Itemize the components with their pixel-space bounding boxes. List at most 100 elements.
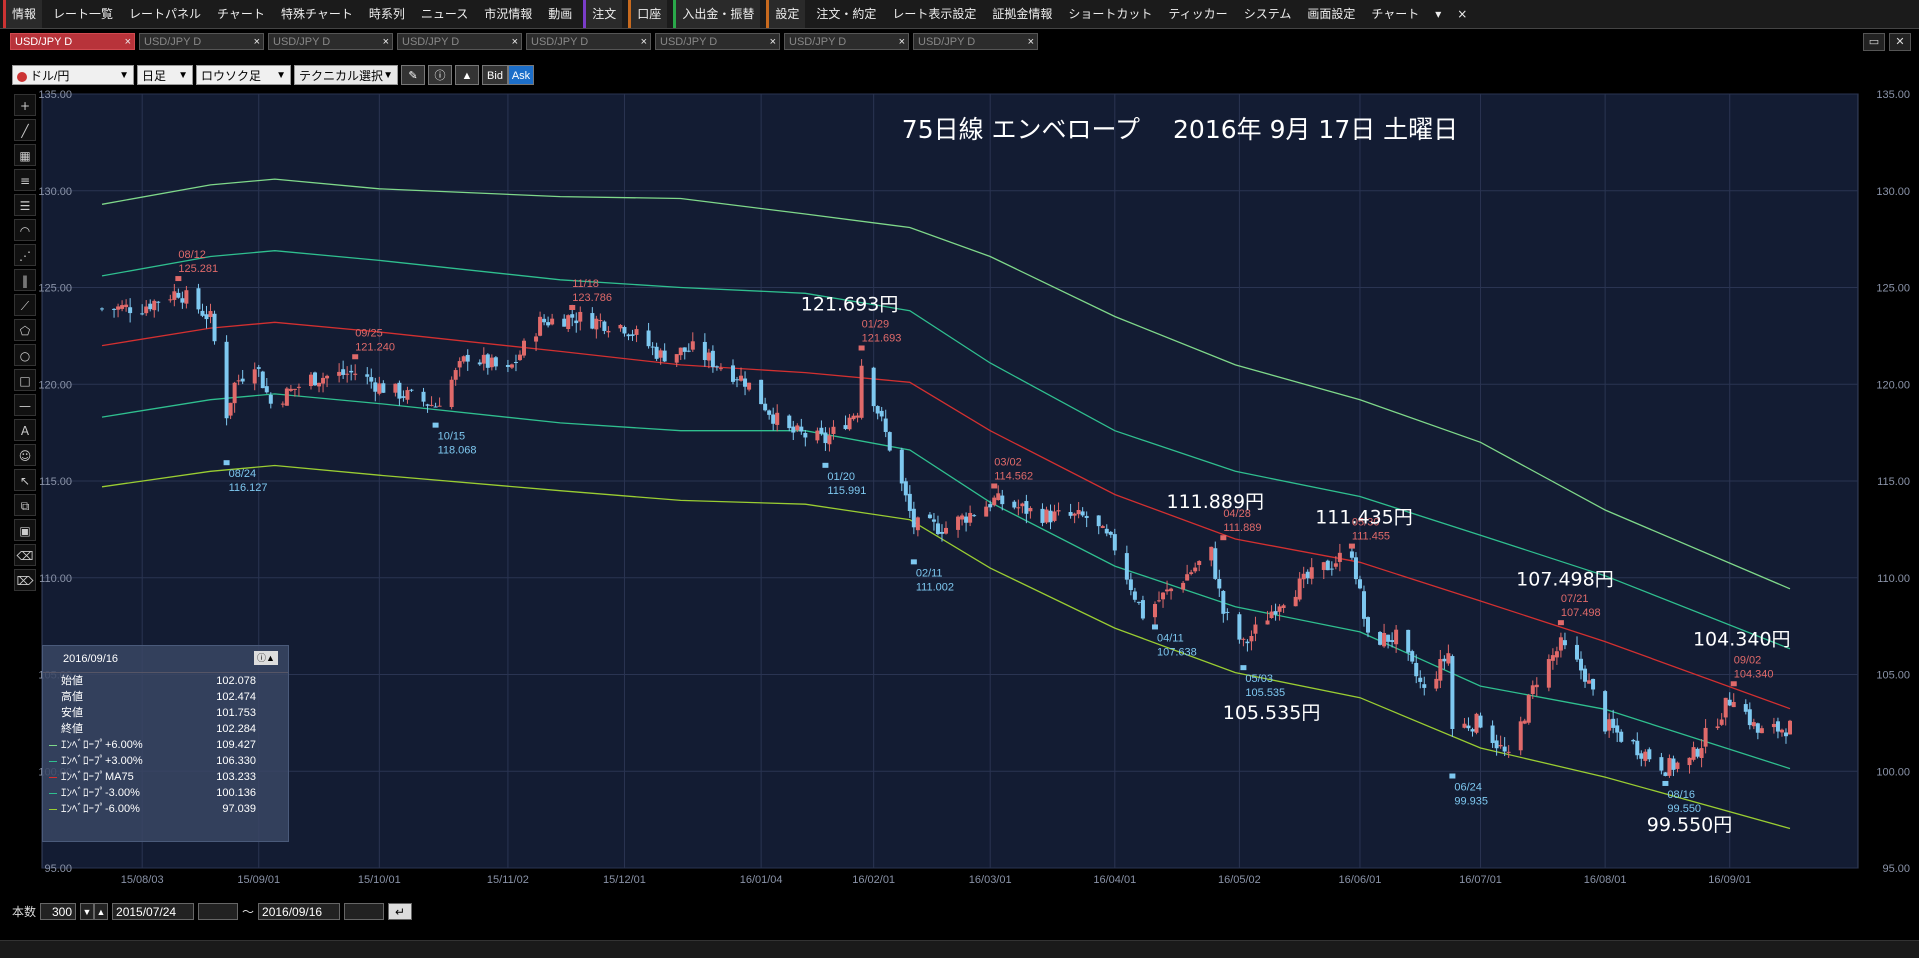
candle-body [196,288,201,310]
maximize-icon[interactable]: ▭ [1863,33,1885,51]
series-swatch [49,745,57,746]
to-date-input[interactable]: 2016/09/16 [258,902,341,920]
tab-usdjpy-7[interactable]: USD/JPY D × [913,33,1038,50]
candle-body [550,318,555,325]
low-marker [822,462,829,468]
candle-body [690,341,695,350]
tab-close-icon[interactable]: × [1028,34,1034,51]
from-date-input[interactable]: 2015/07/24 [112,902,195,920]
menu-item-6[interactable]: ニュース [413,0,476,28]
high-date-label: 08/12 [178,249,206,261]
from-time-input[interactable] [198,902,239,920]
menu-item-9[interactable]: 注文 [583,0,623,28]
candle-body [1506,751,1511,753]
menu-more-icon[interactable]: ▾ [1427,0,1449,28]
tab-close-icon[interactable]: × [899,34,905,51]
tab-close-icon[interactable]: × [770,34,776,51]
menu-item-0[interactable]: 情報 [3,0,43,28]
count-input[interactable]: 300 [40,902,77,920]
candle-body [1297,578,1302,600]
chart-title: 75日線 エンベロープ 2016年 9月 17日 土曜日 [902,115,1458,144]
candle-body [1583,668,1588,682]
tab-close-icon[interactable]: × [383,34,389,51]
candle-body [1643,751,1648,761]
candle-body [1498,745,1503,747]
refresh-icon[interactable]: ↵ [388,902,413,920]
tab-label: USD/JPY D [789,36,847,48]
tab-usdjpy-0[interactable]: USD/JPY D × [10,33,135,50]
ask-button[interactable]: Ask [508,65,534,85]
candle-body [1269,611,1274,619]
low-value-label: 111.002 [916,581,954,593]
menu-item-16[interactable]: ショートカット [1060,0,1160,28]
candle-body [1691,747,1696,760]
menu-item-3[interactable]: チャート [209,0,273,28]
tab-close-icon[interactable]: × [254,34,260,51]
menu-item-5[interactable]: 時系列 [361,0,413,28]
candle-body [1193,567,1198,572]
low-date-label: 06/24 [1454,782,1482,794]
candle-body [1446,653,1451,664]
menu-item-1[interactable]: レート一覧 [45,0,121,28]
high-value-label: 111.455 [1352,531,1390,543]
candle-body [1189,572,1194,574]
chart-area-icon[interactable]: ▲ [455,65,479,85]
menu-close-icon[interactable]: × [1449,0,1475,28]
count-down-icon[interactable]: ▼ [80,902,95,920]
candle-body [1659,757,1664,771]
pair-select[interactable]: ドル/円 ▼ [12,65,134,85]
candle-body [1152,604,1157,618]
tab-close-icon[interactable]: × [125,34,131,51]
menu-item-18[interactable]: システム [1236,0,1300,28]
tab-usdjpy-4[interactable]: USD/JPY D × [526,33,651,50]
close-window-icon[interactable]: ✕ [1889,33,1911,51]
info-row: ｴﾝﾍﾞﾛｰﾌﾟ-6.00% 97.039 [43,801,288,817]
tab-usdjpy-1[interactable]: USD/JPY D × [139,33,264,50]
tab-usdjpy-5[interactable]: USD/JPY D × [655,33,780,50]
candle-body [1715,726,1720,729]
candle-body [156,301,161,303]
technical-select[interactable]: テクニカル選択 ▼ [294,65,398,85]
collapse-icon[interactable]: ⓘ▲ [254,651,278,665]
info-label: 高値 [61,691,83,703]
menu-item-12[interactable]: 設定 [766,0,806,28]
menu-item-15[interactable]: 証拠金情報 [984,0,1060,28]
chart-style-select[interactable]: ロウソク足 ▼ [196,65,291,85]
candle-body [944,527,948,534]
menu-item-10[interactable]: 口座 [628,0,668,28]
y-tick-label-right: 130.00 [1876,186,1910,198]
candle-body [1574,644,1579,660]
menu-item-14[interactable]: レート表示設定 [884,0,984,28]
tab-usdjpy-2[interactable]: USD/JPY D × [268,33,393,50]
chart-style-select-value: ロウソク足 [201,69,262,83]
draw-pencil-icon[interactable]: ✎ [401,65,425,85]
menu-item-4[interactable]: 特殊チャート [273,0,361,28]
info-icon[interactable]: ⓘ [428,65,452,85]
bid-button[interactable]: Bid [482,65,508,85]
high-marker [1220,535,1227,541]
tab-usdjpy-3[interactable]: USD/JPY D × [397,33,522,50]
period-select[interactable]: 日足 ▼ [137,65,193,85]
menu-item-17[interactable]: ティッカー [1160,0,1235,28]
tab-close-icon[interactable]: × [641,34,647,51]
low-date-label: 04/11 [1157,632,1184,644]
menu-item-20[interactable]: チャート [1363,0,1427,28]
tab-usdjpy-6[interactable]: USD/JPY D × [784,33,909,50]
count-up-icon[interactable]: ▲ [94,902,109,920]
candle-body [236,380,241,382]
menu-item-11[interactable]: 入出金・振替 [673,0,761,28]
menu-item-7[interactable]: 市況情報 [476,0,540,28]
menu-item-19[interactable]: 画面設定 [1299,0,1363,28]
candle-body [517,354,522,361]
menu-item-2[interactable]: レートパネル [121,0,209,28]
candle-body [964,516,969,523]
flag-icon [17,71,27,82]
candle-body [1534,684,1539,688]
tab-close-icon[interactable]: × [512,34,518,51]
candle-body [1161,592,1166,600]
to-time-input[interactable] [344,902,385,920]
candle-body [1418,677,1423,682]
high-value-label: 111.889 [1223,522,1261,534]
menu-item-13[interactable]: 注文・約定 [808,0,884,28]
menu-item-8[interactable]: 動画 [540,0,580,28]
